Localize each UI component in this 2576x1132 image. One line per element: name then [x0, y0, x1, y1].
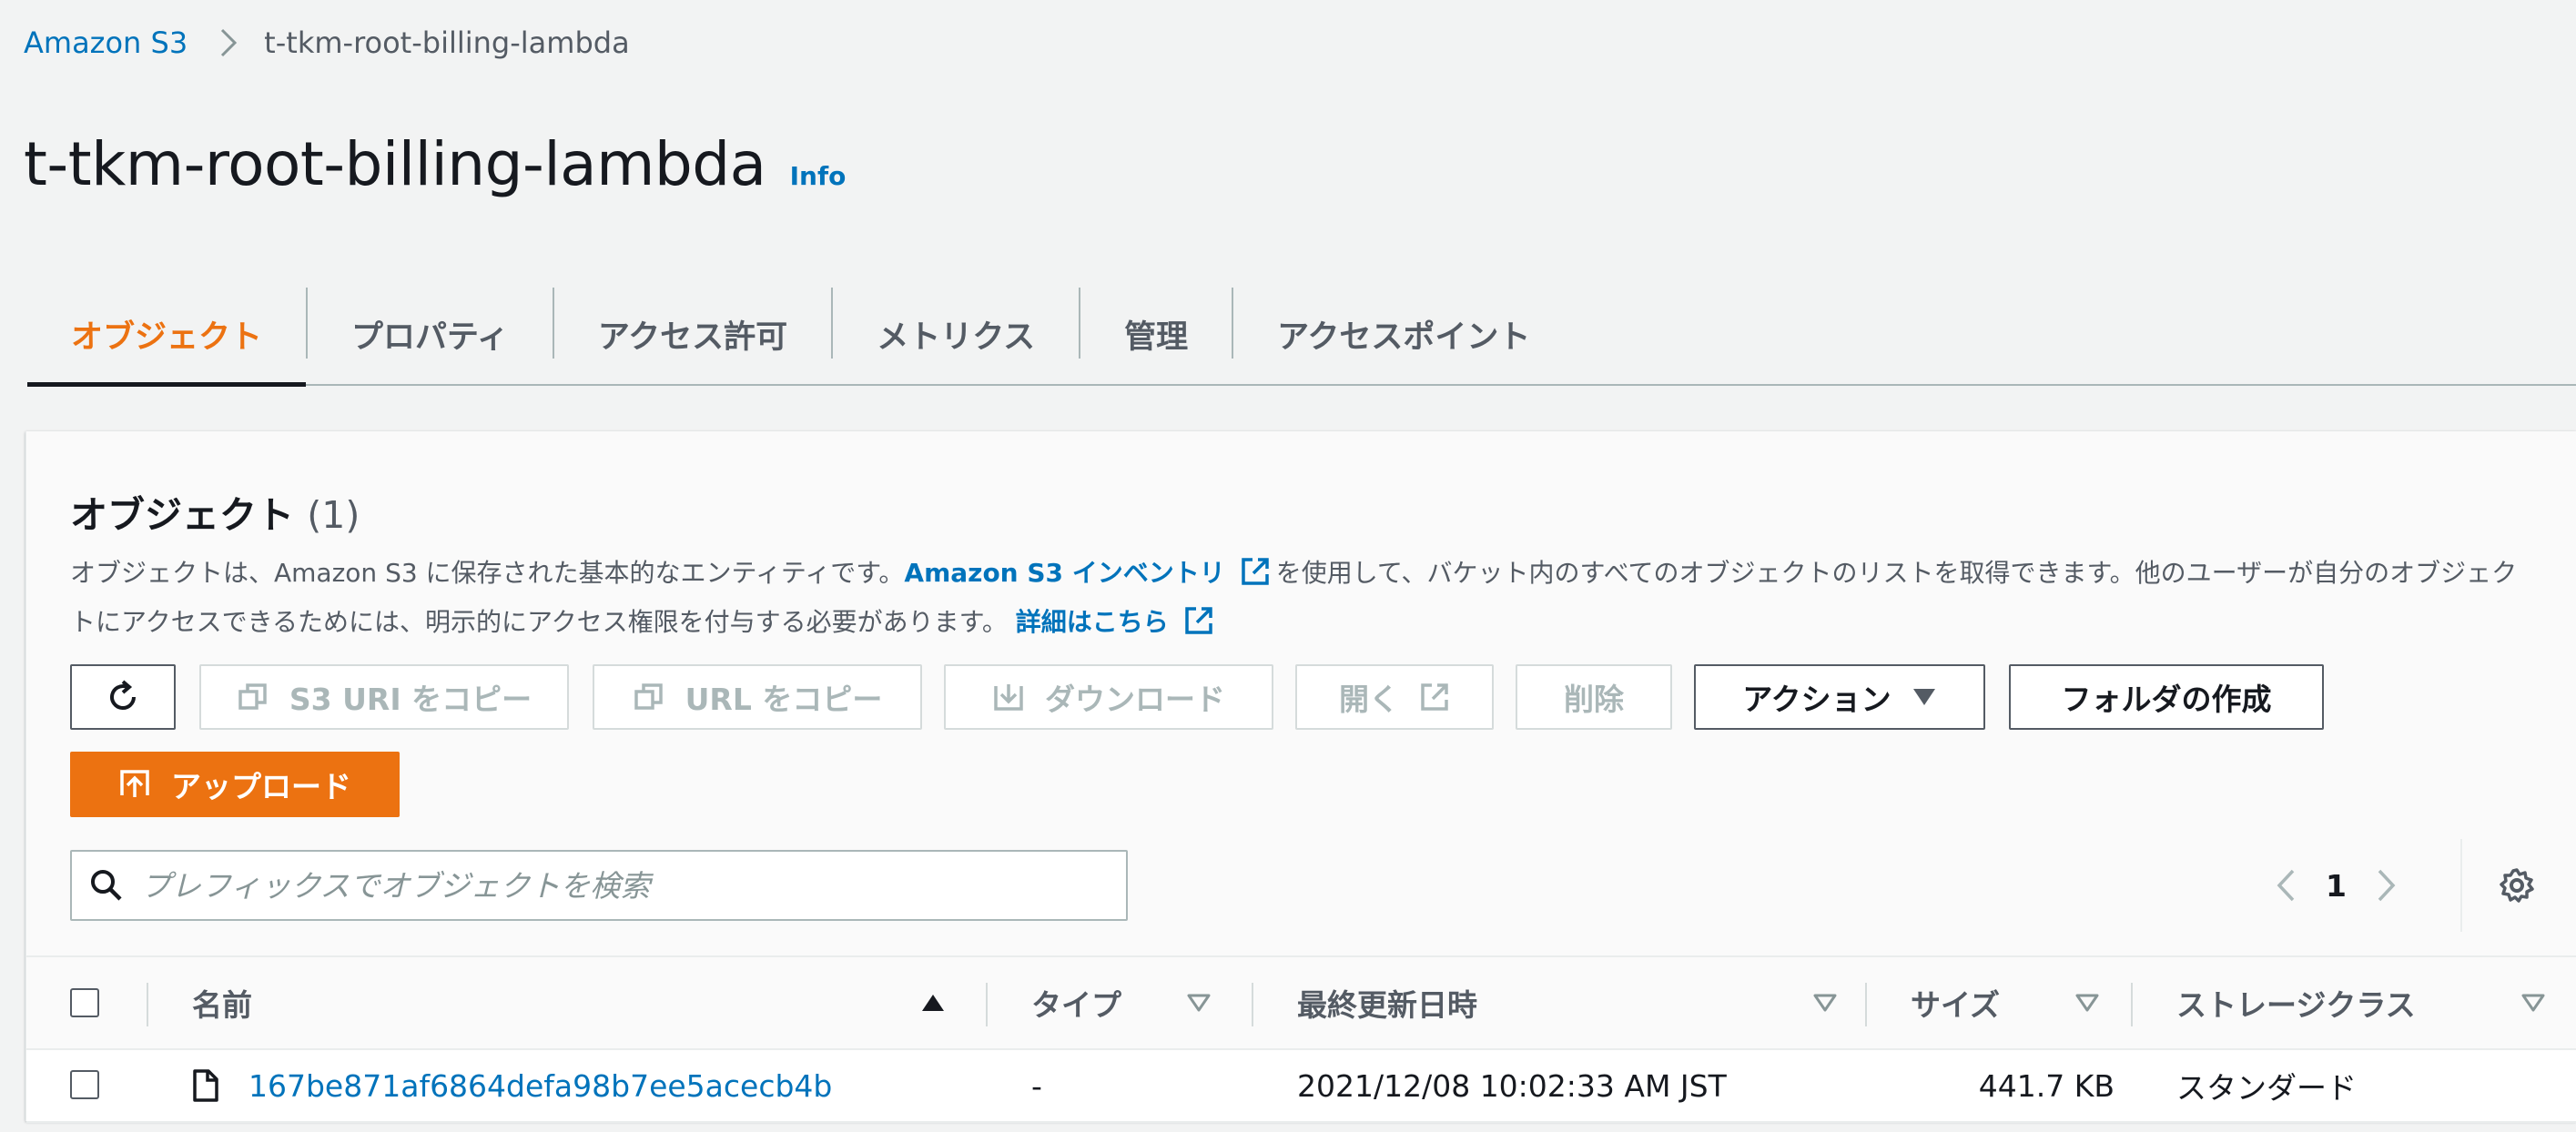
column-divider: [147, 983, 148, 1026]
learn-more-link[interactable]: 詳細はこちら: [1016, 607, 1169, 637]
breadcrumb-amazon-s3-link[interactable]: Amazon S3: [24, 25, 188, 60]
external-link-icon: [1240, 556, 1271, 601]
refresh-icon: [105, 679, 141, 715]
download-button[interactable]: ダウンロード: [944, 664, 1273, 730]
create-folder-label: フォルダの作成: [2061, 682, 2272, 717]
column-name-header[interactable]: 名前: [192, 957, 252, 1048]
breadcrumb: Amazon S3 t-tkm-root-billing-lambda: [24, 25, 630, 60]
open-button[interactable]: 開く: [1295, 664, 1494, 730]
external-link-icon: [1183, 605, 1214, 650]
select-all-checkbox[interactable]: [70, 988, 99, 1017]
column-divider: [1252, 983, 1253, 1026]
copy-url-button[interactable]: URL をコピー: [593, 664, 922, 730]
upload-icon: [118, 768, 151, 801]
sort-icon[interactable]: [1186, 957, 1212, 1048]
objects-description: オブジェクトは、Amazon S3 に保存された基本的なエンティティです。Ama…: [70, 551, 2537, 650]
column-last-modified-header[interactable]: 最終更新日時: [1297, 957, 1477, 1048]
pager-divider: [2460, 839, 2462, 932]
column-divider: [1865, 983, 1867, 1026]
tab-objects[interactable]: オブジェクト: [27, 284, 307, 387]
objects-count: (1): [307, 493, 360, 537]
column-type-header[interactable]: タイプ: [1031, 957, 1121, 1048]
tab-access-points[interactable]: アクセスポイント: [1233, 284, 1574, 384]
chevron-right-icon: [218, 27, 238, 58]
page-header: t-tkm-root-billing-lambda Info: [24, 129, 846, 199]
gear-icon[interactable]: [2499, 850, 2535, 921]
table-row: 167be871af6864defa98b7ee5acecb4b - 2021/…: [26, 1050, 2576, 1123]
actions-label: アクション: [1742, 682, 1891, 717]
sort-icon[interactable]: [2074, 957, 2100, 1048]
tab-metrics[interactable]: メトリクス: [833, 284, 1079, 384]
download-icon: [992, 681, 1025, 713]
refresh-button[interactable]: [70, 664, 176, 730]
bucket-tabs: オブジェクト プロパティ アクセス許可 メトリクス 管理 アクセスポイント: [27, 284, 2576, 387]
upload-label: アップロード: [171, 769, 351, 804]
objects-panel: オブジェクト (1) オブジェクトは、Amazon S3 に保存された基本的なエ…: [25, 431, 2576, 1123]
object-type: -: [1031, 1067, 1042, 1104]
column-divider: [2131, 983, 2133, 1026]
tab-management[interactable]: 管理: [1080, 284, 1232, 384]
search-box: [70, 850, 1128, 921]
object-size: 441.7 KB: [1978, 1067, 2115, 1104]
tab-permissions[interactable]: アクセス許可: [554, 284, 831, 384]
breadcrumb-current: t-tkm-root-billing-lambda: [264, 25, 630, 60]
tab-properties[interactable]: プロパティ: [308, 284, 553, 384]
actions-dropdown[interactable]: アクション: [1694, 664, 1985, 730]
sort-icon[interactable]: [2520, 957, 2546, 1048]
delete-button[interactable]: 削除: [1516, 664, 1672, 730]
download-label: ダウンロード: [1045, 682, 1225, 717]
object-last-modified: 2021/12/08 10:02:33 AM JST: [1297, 1067, 1727, 1104]
object-storage-class: スタンダード: [2176, 1070, 2357, 1106]
delete-label: 削除: [1564, 682, 1624, 717]
page-title: t-tkm-root-billing-lambda: [24, 129, 766, 199]
objects-title-text: オブジェクト: [70, 493, 294, 537]
copy-url-label: URL をコピー: [685, 682, 883, 717]
column-divider: [986, 983, 988, 1026]
copy-icon: [237, 681, 269, 713]
chevron-right-icon[interactable]: [2376, 867, 2398, 904]
description-text-1: オブジェクトは、Amazon S3 に保存された基本的なエンティティです。: [70, 558, 905, 588]
caret-down-icon: [1912, 687, 1937, 707]
file-icon: [192, 1050, 219, 1121]
object-name-link[interactable]: 167be871af6864defa98b7ee5acecb4b: [248, 1050, 832, 1121]
page-number[interactable]: 1: [2326, 868, 2347, 904]
search-icon: [88, 867, 125, 904]
upload-button[interactable]: アップロード: [70, 752, 400, 817]
pagination: 1: [2275, 850, 2398, 921]
copy-icon: [633, 681, 665, 713]
sort-ascending-icon[interactable]: [920, 957, 946, 1048]
table-header: 名前 タイプ 最終更新日時 サイズ ストレージクラス: [26, 955, 2576, 1050]
objects-panel-title: オブジェクト (1): [70, 484, 360, 539]
info-link[interactable]: Info: [790, 161, 847, 191]
inventory-link[interactable]: Amazon S3 インベントリ: [904, 558, 1224, 588]
chevron-left-icon[interactable]: [2275, 867, 2297, 904]
open-label: 開く: [1339, 682, 1399, 717]
copy-s3-uri-label: S3 URI をコピー: [289, 682, 532, 717]
create-folder-button[interactable]: フォルダの作成: [2009, 664, 2324, 730]
column-size-header[interactable]: サイズ: [1911, 957, 2000, 1048]
column-storage-class-header[interactable]: ストレージクラス: [2176, 957, 2416, 1048]
copy-s3-uri-button[interactable]: S3 URI をコピー: [199, 664, 569, 730]
row-checkbox[interactable]: [70, 1070, 99, 1099]
sort-icon[interactable]: [1812, 957, 1838, 1048]
external-link-icon: [1419, 682, 1450, 713]
search-input[interactable]: [141, 852, 1126, 919]
